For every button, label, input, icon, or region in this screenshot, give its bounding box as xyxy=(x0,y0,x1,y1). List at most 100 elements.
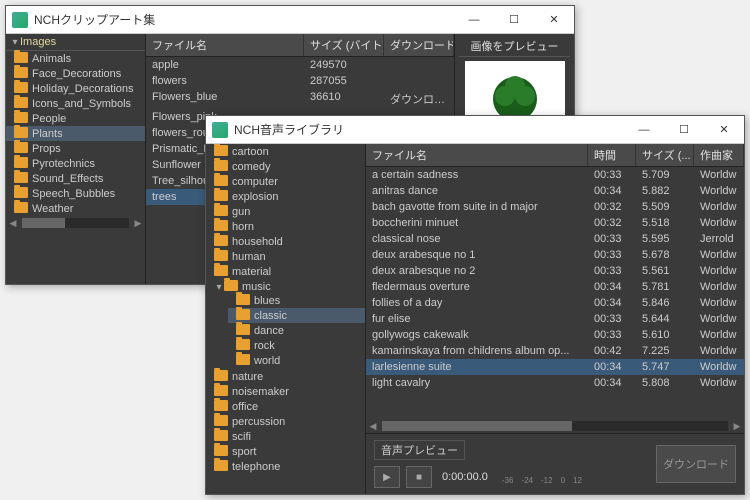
tree-item[interactable]: Holiday_Decorations xyxy=(6,81,145,96)
folder-tree[interactable]: cartooncomedycomputerexplosiongunhornhou… xyxy=(206,144,366,494)
file-row[interactable]: light cavalry00:345.808Worldw xyxy=(366,375,744,391)
tree-item[interactable]: human xyxy=(206,249,365,264)
folder-icon xyxy=(14,202,28,213)
file-row[interactable]: follies of a day00:345.846Worldw xyxy=(366,295,744,311)
tree-item[interactable]: Plants xyxy=(6,126,145,141)
tree-item[interactable]: Face_Decorations xyxy=(6,66,145,81)
maximize-button[interactable]: ☐ xyxy=(494,6,534,34)
col-time[interactable]: 時間 xyxy=(588,144,636,166)
tree-item[interactable]: material xyxy=(206,264,365,279)
tree-item[interactable]: rock xyxy=(228,338,365,353)
file-row[interactable]: boccherini minuet00:325.518Worldw xyxy=(366,215,744,231)
file-row[interactable]: fur elise00:335.644Worldw xyxy=(366,311,744,327)
tree-item[interactable]: scifi xyxy=(206,429,365,444)
tree-item[interactable]: Icons_and_Symbols xyxy=(6,96,145,111)
col-composer[interactable]: 作曲家 xyxy=(694,144,744,166)
file-row[interactable]: kamarinskaya from childrens album op...0… xyxy=(366,343,744,359)
tree-item[interactable]: Speech_Bubbles xyxy=(6,186,145,201)
tree-item[interactable]: Sound_Effects xyxy=(6,171,145,186)
minimize-button[interactable]: — xyxy=(454,6,494,34)
tree-item[interactable]: Pyrotechnics xyxy=(6,156,145,171)
tree-item[interactable]: percussion xyxy=(206,414,365,429)
col-filename[interactable]: ファイル名 xyxy=(146,34,304,56)
tree-item[interactable]: office xyxy=(206,399,365,414)
tree-item[interactable]: Props xyxy=(6,141,145,156)
titlebar[interactable]: NCHクリップアート集 — ☐ ✕ xyxy=(6,6,574,34)
file-row[interactable]: a certain sadness00:335.709Worldw xyxy=(366,167,744,183)
tree-item[interactable]: classic xyxy=(228,308,365,323)
titlebar[interactable]: NCH音声ライブラリ — ☐ ✕ xyxy=(206,116,744,144)
audio-preview-pane: 音声プレビュー ▶ ■ 0:00:00.0 -36-24-12012 ダウンロー… xyxy=(366,433,744,494)
filelist-hscroll[interactable]: ◀▶ xyxy=(366,419,744,433)
tree-item[interactable]: noisemaker xyxy=(206,384,365,399)
file-row[interactable]: fledermaus overture00:345.781Worldw xyxy=(366,279,744,295)
tree-item[interactable]: computer xyxy=(206,174,365,189)
folder-tree[interactable]: ▾Images AnimalsFace_DecorationsHoliday_D… xyxy=(6,34,146,284)
download-button[interactable]: ダウンロード xyxy=(656,445,736,483)
file-list-header[interactable]: ファイル名 時間 サイズ (... 作曲家 xyxy=(366,144,744,167)
tree-item[interactable]: sport xyxy=(206,444,365,459)
tree-item[interactable]: cartoon xyxy=(206,144,365,159)
minimize-button[interactable]: — xyxy=(624,116,664,144)
folder-icon xyxy=(214,145,228,156)
close-button[interactable]: ✕ xyxy=(704,116,744,144)
audio-preview-label: 音声プレビュー xyxy=(374,440,465,460)
tree-item[interactable]: explosion xyxy=(206,189,365,204)
tree-item[interactable]: world xyxy=(228,353,365,368)
folder-icon xyxy=(214,190,228,201)
folder-icon xyxy=(214,235,228,246)
playback-time: 0:00:00.0 xyxy=(442,471,488,483)
folder-icon xyxy=(236,339,250,350)
maximize-button[interactable]: ☐ xyxy=(664,116,704,144)
file-row[interactable]: Flowers_blue36610ダウンロード... xyxy=(146,89,454,109)
folder-icon xyxy=(14,187,28,198)
file-row[interactable]: deux arabesque no 100:335.678Worldw xyxy=(366,247,744,263)
folder-icon xyxy=(224,280,238,291)
file-row[interactable]: classical nose00:335.595Jerrold xyxy=(366,231,744,247)
folder-icon xyxy=(214,445,228,456)
close-button[interactable]: ✕ xyxy=(534,6,574,34)
folder-icon xyxy=(14,142,28,153)
play-button[interactable]: ▶ xyxy=(374,466,400,488)
folder-icon xyxy=(236,309,250,320)
folder-icon xyxy=(214,265,228,276)
file-list-header[interactable]: ファイル名 サイズ (バイト) ダウンロード... xyxy=(146,34,454,57)
tree-item[interactable]: Weather xyxy=(6,201,145,216)
tree-item[interactable]: Animals xyxy=(6,51,145,66)
folder-icon xyxy=(214,415,228,426)
file-row[interactable]: apple249570 xyxy=(146,57,454,73)
tree-item[interactable]: comedy xyxy=(206,159,365,174)
level-meter: -36-24-12012 xyxy=(494,469,646,485)
file-row[interactable]: larlesienne suite00:345.747Worldw xyxy=(366,359,744,375)
tree-item[interactable]: gun xyxy=(206,204,365,219)
file-row[interactable]: gollywogs cakewalk00:335.610Worldw xyxy=(366,327,744,343)
tree-item-music[interactable]: ▾music bluesclassicdancerockworld xyxy=(206,279,365,369)
window-title: NCHクリップアート集 xyxy=(34,11,454,28)
preview-header: 画像をプレビュー xyxy=(459,38,570,57)
folder-icon xyxy=(14,112,28,123)
file-row[interactable]: bach gavotte from suite in d major00:325… xyxy=(366,199,744,215)
tree-item[interactable]: dance xyxy=(228,323,365,338)
tree-item[interactable]: People xyxy=(6,111,145,126)
tree-item[interactable]: nature xyxy=(206,369,365,384)
file-row[interactable]: anitras dance00:345.882Worldw xyxy=(366,183,744,199)
col-size[interactable]: サイズ (... xyxy=(636,144,694,166)
col-size[interactable]: サイズ (バイト) xyxy=(304,34,384,56)
col-filename[interactable]: ファイル名 xyxy=(366,144,588,166)
folder-icon xyxy=(14,52,28,63)
tree-hscroll[interactable]: ◀▶ xyxy=(6,216,145,230)
tree-item[interactable]: blues xyxy=(228,293,365,308)
tree-item[interactable]: household xyxy=(206,234,365,249)
file-row[interactable]: flowers287055 xyxy=(146,73,454,89)
folder-icon xyxy=(214,205,228,216)
col-download[interactable]: ダウンロード... xyxy=(384,34,454,56)
tree-root-label[interactable]: Images xyxy=(20,36,56,48)
file-row[interactable]: deux arabesque no 200:335.561Worldw xyxy=(366,263,744,279)
folder-icon xyxy=(214,460,228,471)
tree-item[interactable]: telephone xyxy=(206,459,365,474)
tree-item[interactable]: horn xyxy=(206,219,365,234)
folder-icon xyxy=(214,175,228,186)
stop-button[interactable]: ■ xyxy=(406,466,432,488)
folder-icon xyxy=(214,160,228,171)
folder-icon xyxy=(214,430,228,441)
